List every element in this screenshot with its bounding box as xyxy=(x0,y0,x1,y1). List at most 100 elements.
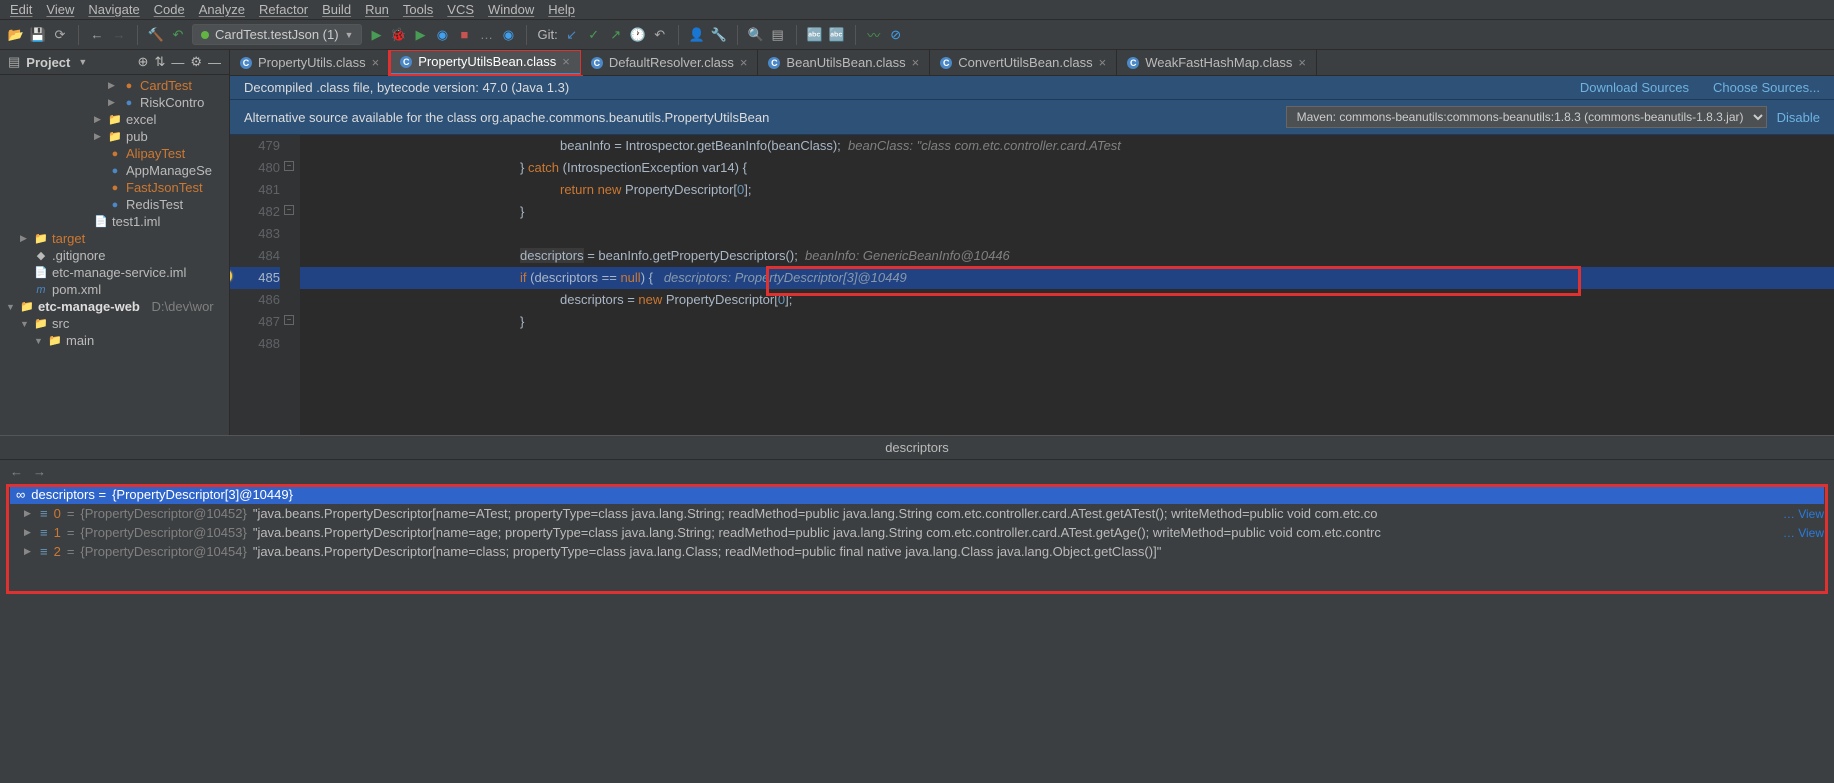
chevron-down-icon[interactable]: ▼ xyxy=(78,57,87,67)
tree-item-pub[interactable]: ▶📁pub xyxy=(0,128,229,145)
tree-item-main[interactable]: ▼📁main xyxy=(0,332,229,349)
tree-item-target[interactable]: ▶📁target xyxy=(0,230,229,247)
translate-icon[interactable]: 🔤 xyxy=(807,27,823,43)
menu-edit[interactable]: Edit xyxy=(10,2,32,17)
menu-navigate[interactable]: Navigate xyxy=(88,2,139,17)
tree-item-riskcontrol[interactable]: ▶●RiskContro xyxy=(0,94,229,111)
nav-back-icon[interactable]: ← xyxy=(10,464,23,479)
menu-analyze[interactable]: Analyze xyxy=(199,2,245,17)
tree-item-etciml[interactable]: 📄etc-manage-service.iml xyxy=(0,264,229,281)
close-icon[interactable]: × xyxy=(562,54,570,69)
menu-build[interactable]: Build xyxy=(322,2,351,17)
tree-item-redis[interactable]: ●RedisTest xyxy=(0,196,229,213)
close-icon[interactable]: × xyxy=(1298,55,1306,70)
fold-icon[interactable]: − xyxy=(284,315,294,325)
menu-tools[interactable]: Tools xyxy=(403,2,433,17)
fold-icon[interactable]: − xyxy=(284,205,294,215)
tree-item-gitignore[interactable]: ◆.gitignore xyxy=(0,247,229,264)
debug-title: descriptors xyxy=(0,435,1834,460)
run-icon[interactable]: ▶ xyxy=(368,27,384,43)
menu-view[interactable]: View xyxy=(46,2,74,17)
chevron-right-icon[interactable]: ▶ xyxy=(24,527,34,538)
menu-run[interactable]: Run xyxy=(365,2,389,17)
intention-bulb-icon[interactable] xyxy=(230,269,232,283)
alt-source-text: Alternative source available for the cla… xyxy=(244,110,1276,125)
translate2-icon[interactable]: 🔤 xyxy=(829,27,845,43)
tab-convertutilsbean[interactable]: CConvertUtilsBean.class× xyxy=(930,50,1117,75)
debug-view-link[interactable]: … View xyxy=(1783,507,1824,521)
tree-label: test1.iml xyxy=(112,214,160,229)
tab-defaultresolver[interactable]: CDefaultResolver.class× xyxy=(581,50,759,75)
undo-arrow-icon[interactable]: ↶ xyxy=(170,27,186,43)
gear-icon[interactable]: ⚙ xyxy=(190,54,202,70)
download-sources-link[interactable]: Download Sources xyxy=(1580,80,1689,95)
tree-item-alipay[interactable]: ●AlipayTest xyxy=(0,145,229,162)
tree-item-pom[interactable]: mpom.xml xyxy=(0,281,229,298)
no-icon[interactable]: ⊘ xyxy=(888,27,904,43)
coverage-icon[interactable]: ▶ xyxy=(412,27,428,43)
pulse-icon[interactable]: 〰 xyxy=(866,27,882,43)
debug-row[interactable]: ▶ ≡ 1 = {PropertyDescriptor@10453} "java… xyxy=(10,523,1824,542)
git-commit-icon[interactable]: ✓ xyxy=(586,27,602,43)
profile-icon[interactable]: ◉ xyxy=(434,27,450,43)
debug-row[interactable]: ▶ ≡ 0 = {PropertyDescriptor@10452} "java… xyxy=(10,504,1824,523)
save-all-icon[interactable]: 💾 xyxy=(30,27,46,43)
select-opened-icon[interactable]: ⊕ xyxy=(138,54,149,70)
chevron-right-icon[interactable]: ▶ xyxy=(24,546,34,557)
back-icon[interactable]: ← xyxy=(89,27,105,43)
code-content[interactable]: beanInfo = Introspector.getBeanInfo(bean… xyxy=(300,135,1834,435)
sync-icon[interactable]: ⟳ xyxy=(52,27,68,43)
hide-icon[interactable]: — xyxy=(208,55,221,70)
tree-item-test1[interactable]: 📄test1.iml xyxy=(0,213,229,230)
stop-icon[interactable]: ■ xyxy=(456,27,472,43)
debug-icon[interactable]: 🐞 xyxy=(390,27,406,43)
decompiled-banner: Decompiled .class file, bytecode version… xyxy=(230,76,1834,100)
debug-root-row[interactable]: ∞ descriptors = {PropertyDescriptor[3]@1… xyxy=(10,485,1824,504)
maven-source-select[interactable]: Maven: commons-beanutils:commons-beanuti… xyxy=(1286,106,1767,128)
run-anything-icon[interactable]: ◉ xyxy=(500,27,516,43)
chevron-right-icon[interactable]: ▶ xyxy=(24,508,34,519)
choose-sources-link[interactable]: Choose Sources... xyxy=(1713,80,1820,95)
tab-propertyutilsbean[interactable]: CPropertyUtilsBean.class× xyxy=(390,50,581,75)
tab-propertyutils[interactable]: CPropertyUtils.class× xyxy=(230,50,390,75)
menu-help[interactable]: Help xyxy=(548,2,575,17)
expand-icon[interactable]: ⇅ xyxy=(154,54,165,70)
code-with-me-icon[interactable]: 👤 xyxy=(689,27,705,43)
git-update-icon[interactable]: ↙ xyxy=(564,27,580,43)
menu-vcs[interactable]: VCS xyxy=(447,2,474,17)
tree-item-etcweb[interactable]: ▼📁etc-manage-web D:\dev\wor xyxy=(0,298,229,315)
menu-refactor[interactable]: Refactor xyxy=(259,2,308,17)
open-icon[interactable]: 📂 xyxy=(8,27,24,43)
run-config-dropdown[interactable]: CardTest.testJson (1) ▼ xyxy=(192,24,362,45)
attach-icon[interactable]: … xyxy=(478,27,494,43)
menu-window[interactable]: Window xyxy=(488,2,534,17)
debug-row[interactable]: ▶ ≡ 2 = {PropertyDescriptor@10454} "java… xyxy=(10,542,1824,561)
close-icon[interactable]: × xyxy=(740,55,748,70)
structure-icon[interactable]: ▤ xyxy=(770,27,786,43)
git-history-icon[interactable]: 🕐 xyxy=(630,27,646,43)
line-number: 480− xyxy=(230,157,280,179)
nav-forward-icon[interactable]: → xyxy=(33,464,46,479)
build-icon[interactable]: 🔨 xyxy=(148,27,164,43)
tree-item-appmanage[interactable]: ●AppManageSe xyxy=(0,162,229,179)
forward-icon[interactable]: → xyxy=(111,27,127,43)
disable-link[interactable]: Disable xyxy=(1777,110,1820,125)
close-icon[interactable]: × xyxy=(372,55,380,70)
tree-item-src[interactable]: ▼📁src xyxy=(0,315,229,332)
tree-item-excel[interactable]: ▶📁excel xyxy=(0,111,229,128)
tree-item-cardtest[interactable]: ▶●CardTest xyxy=(0,77,229,94)
git-push-icon[interactable]: ↗ xyxy=(608,27,624,43)
close-icon[interactable]: × xyxy=(912,55,920,70)
tab-weakfasthashmap[interactable]: CWeakFastHashMap.class× xyxy=(1117,50,1317,75)
git-rollback-icon[interactable]: ↶ xyxy=(652,27,668,43)
fold-icon[interactable]: − xyxy=(284,161,294,171)
menu-code[interactable]: Code xyxy=(154,2,185,17)
collapse-icon[interactable]: — xyxy=(171,55,184,70)
debug-view-link[interactable]: … View xyxy=(1783,526,1824,540)
close-icon[interactable]: × xyxy=(1099,55,1107,70)
tab-beanutilsbean[interactable]: CBeanUtilsBean.class× xyxy=(758,50,930,75)
tree-item-fastjson[interactable]: ●FastJsonTest xyxy=(0,179,229,196)
settings-icon[interactable]: 🔧 xyxy=(711,27,727,43)
code-area[interactable]: 479 480− 481 482− 483 484 485 486 487− 4… xyxy=(230,135,1834,435)
search-icon[interactable]: 🔍 xyxy=(748,27,764,43)
